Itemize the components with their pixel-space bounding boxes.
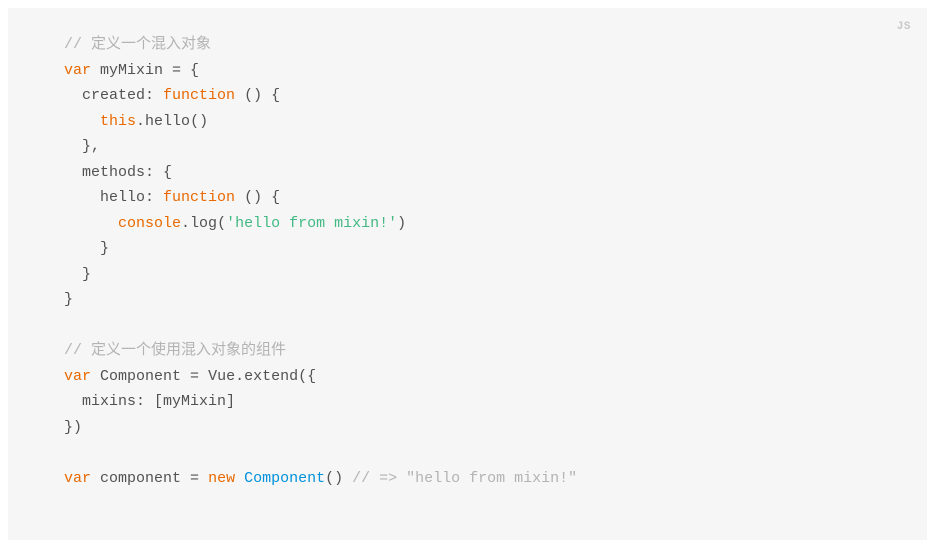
- code-token: .: [136, 113, 145, 130]
- code-token: },: [64, 138, 100, 155]
- code-token: }: [64, 266, 91, 283]
- code-token: .: [235, 368, 244, 385]
- code-token: extend: [244, 368, 298, 385]
- code-token: created:: [64, 87, 163, 104]
- code-token: : {: [145, 164, 172, 181]
- code-token: var: [64, 368, 91, 385]
- code-token: Component: [91, 368, 190, 385]
- code-token: function: [163, 189, 235, 206]
- code-token: Vue: [208, 368, 235, 385]
- code-token: [64, 215, 118, 232]
- code-token: function: [163, 87, 235, 104]
- code-token: (): [190, 113, 208, 130]
- code-block: JS // 定义一个混入对象 var myMixin = { created: …: [8, 8, 927, 540]
- code-token: var: [64, 62, 91, 79]
- code-token: [235, 87, 244, 104]
- code-content: // 定义一个混入对象 var myMixin = { created: fun…: [64, 32, 871, 491]
- code-token: 'hello from mixin!': [226, 215, 397, 232]
- code-token: Component: [244, 470, 325, 487]
- code-token: myMixin: [91, 62, 172, 79]
- code-token: () {: [244, 189, 280, 206]
- code-token: // 定义一个混入对象: [64, 36, 211, 53]
- code-token: }: [64, 240, 109, 257]
- code-token: var: [64, 470, 91, 487]
- code-token: hello:: [64, 189, 163, 206]
- code-token: // => "hello from mixin!": [352, 470, 577, 487]
- code-token: [64, 113, 100, 130]
- code-token: = {: [172, 62, 199, 79]
- code-token: new: [208, 470, 235, 487]
- code-token: methods: [64, 164, 145, 181]
- code-token: ): [397, 215, 406, 232]
- code-token: [235, 470, 244, 487]
- code-token: =: [190, 368, 208, 385]
- code-token: (: [217, 215, 226, 232]
- code-token: .: [181, 215, 190, 232]
- code-token: [235, 189, 244, 206]
- code-token: log: [190, 215, 217, 232]
- code-token: myMixin: [163, 393, 226, 410]
- code-token: hello: [145, 113, 190, 130]
- code-token: console: [118, 215, 181, 232]
- code-token: =: [190, 470, 208, 487]
- code-token: this: [100, 113, 136, 130]
- code-token: () {: [244, 87, 280, 104]
- language-label: JS: [897, 18, 911, 37]
- code-token: mixins: [64, 393, 136, 410]
- code-token: ]: [226, 393, 235, 410]
- code-token: component: [91, 470, 190, 487]
- code-token: }: [64, 291, 73, 308]
- code-token: : [: [136, 393, 163, 410]
- code-token: // 定义一个使用混入对象的组件: [64, 342, 286, 359]
- code-token: }): [64, 419, 82, 436]
- code-token: (): [325, 470, 352, 487]
- code-token: ({: [298, 368, 316, 385]
